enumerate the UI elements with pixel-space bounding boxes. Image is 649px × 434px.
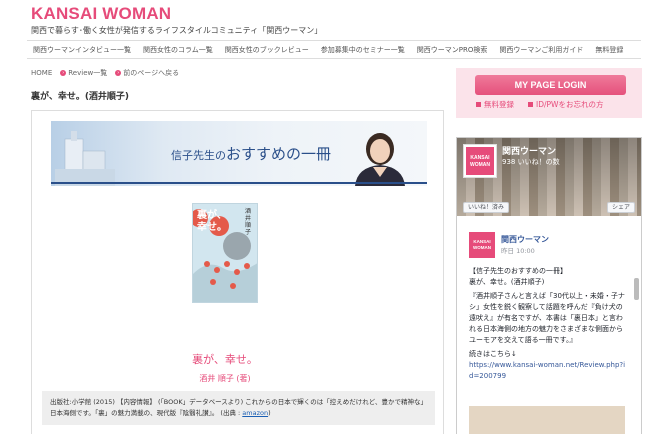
logo-text-line1: KANSAI [470,155,490,161]
breadcrumb: HOME › Review一覧 › 前のページへ戻る [31,68,179,78]
arrow-icon: › [115,70,122,76]
global-nav: 関西ウーマンインタビュー一覧 関西女性のコラム一覧 関西女性のブックレビュー 参… [27,40,641,59]
register-link[interactable]: 無料登録 [476,99,514,110]
facebook-page-logo[interactable]: KANSAI WOMAN [463,144,497,178]
description-text: 出版社:小学館 (2015) 【内容情報】 (「BOOK」データベースより) こ… [50,398,427,417]
review-banner: 信子先生のおすすめの一冊 [51,121,427,186]
facebook-like-count: 938 いいね！の数 [502,158,560,166]
post-logo-line1: KANSAI [473,239,491,244]
book-cover-author: 酒井順子 [245,208,252,236]
post-image[interactable] [469,406,625,434]
register-link-label: 無料登録 [484,100,514,109]
review-article: 信子先生のおすすめの一冊 裏が、幸せ。 酒井順子 裏が、幸せ。 酒井 順子 (著… [31,110,444,434]
post-line-3: 『酒井順子さんと言えば「30代以上・未婚・子ナシ」女性を鋭く観察して話題を呼んだ… [469,292,625,344]
book-cover-title: 裏が、幸せ。 [197,210,227,233]
nav-item-pro-search[interactable]: 関西ウーマンPRO検索 [411,45,494,55]
reviewer-photo [355,133,405,186]
nav-item-interviews[interactable]: 関西ウーマンインタビュー一覧 [27,45,137,55]
post-line-4: 続きはこちら↓ [469,350,517,358]
post-author[interactable]: 関西ウーマン [501,234,549,245]
book-description: 出版社:小学館 (2015) 【内容情報】 (「BOOK」データベースより) こ… [42,391,435,425]
site-tagline: 関西で暮らす･働く女性が発信するライフスタイルコミュニティ「関西ウーマン」 [31,26,323,35]
post-line-1: 【信子先生のおすすめの一冊】 [469,267,567,275]
banner-title-prefix: 信子先生の [171,149,226,162]
facebook-like-button[interactable]: いいね！済み [463,202,510,213]
facebook-widget: KANSAI WOMAN 関西ウーマン 938 いいね！の数 いいね！済み シェア… [456,137,642,434]
mypage-login-button[interactable]: MY PAGE LOGIN [475,75,626,95]
facebook-scrollbar[interactable] [634,278,639,300]
banner-title-main: おすすめの一冊 [226,145,332,163]
building-illustration [55,131,115,186]
arrow-icon: › [60,70,67,76]
breadcrumb-home[interactable]: HOME [31,69,52,77]
breadcrumb-back[interactable]: › 前のページへ戻る [115,68,179,78]
nav-item-book-reviews[interactable]: 関西女性のブックレビュー [219,45,315,55]
site-header: KANSAI WOMAN 関西で暮らす･働く女性が発信するライフスタイルコミュニ… [0,0,649,40]
page-title: 裏が、幸せ。(酒井順子) [31,92,130,102]
banner-underline [51,182,427,184]
nav-item-register[interactable]: 無料登録 [589,45,629,55]
kansai-woman-logo: KANSAI WOMAN [466,147,494,175]
breadcrumb-review-label: Review一覧 [68,69,108,77]
breadcrumb-back-label: 前のページへ戻る [123,69,180,77]
square-bullet-icon [528,102,533,107]
book-cover[interactable]: 裏が、幸せ。 酒井順子 [192,203,258,303]
post-link[interactable]: https://www.kansai-woman.net/Review.php?… [469,360,629,382]
site-logo[interactable]: KANSAI WOMAN [31,4,171,24]
facebook-share-button[interactable]: シェア [606,202,635,213]
amazon-link[interactable]: amazon [242,409,268,417]
square-bullet-icon [476,102,481,107]
book-author: 酒井 順子 (著) [199,374,251,383]
book-title: 裏が、幸せ。 [192,353,258,366]
post-logo-line2: WOMAN [473,245,491,250]
login-panel: MY PAGE LOGIN 無料登録 ID/PWをお忘れの方 [456,68,642,118]
description-end: ) [268,409,271,417]
nav-item-guide[interactable]: 関西ウーマンご利用ガイド [493,45,589,55]
logo-text-line2: WOMAN [470,162,490,168]
forgot-link-label: ID/PWをお忘れの方 [536,100,604,109]
facebook-page-name[interactable]: 関西ウーマン [502,144,556,157]
post-avatar[interactable]: KANSAI WOMAN [469,232,495,258]
forgot-password-link[interactable]: ID/PWをお忘れの方 [528,99,603,110]
post-timestamp[interactable]: 昨日 10:00 [501,245,535,255]
nav-item-columns[interactable]: 関西女性のコラム一覧 [137,45,219,55]
nav-item-seminars[interactable]: 参加募集中のセミナー一覧 [315,45,411,55]
breadcrumb-review-list[interactable]: › Review一覧 [60,68,107,78]
post-line-2: 裏が、幸せ。(酒井順子) [469,278,545,286]
login-links: 無料登録 ID/PWをお忘れの方 [476,99,603,110]
banner-title: 信子先生のおすすめの一冊 [171,143,331,164]
post-body: 【信子先生のおすすめの一冊】 裏が、幸せ。(酒井順子) 『酒井順子さんと言えば「… [469,266,629,382]
